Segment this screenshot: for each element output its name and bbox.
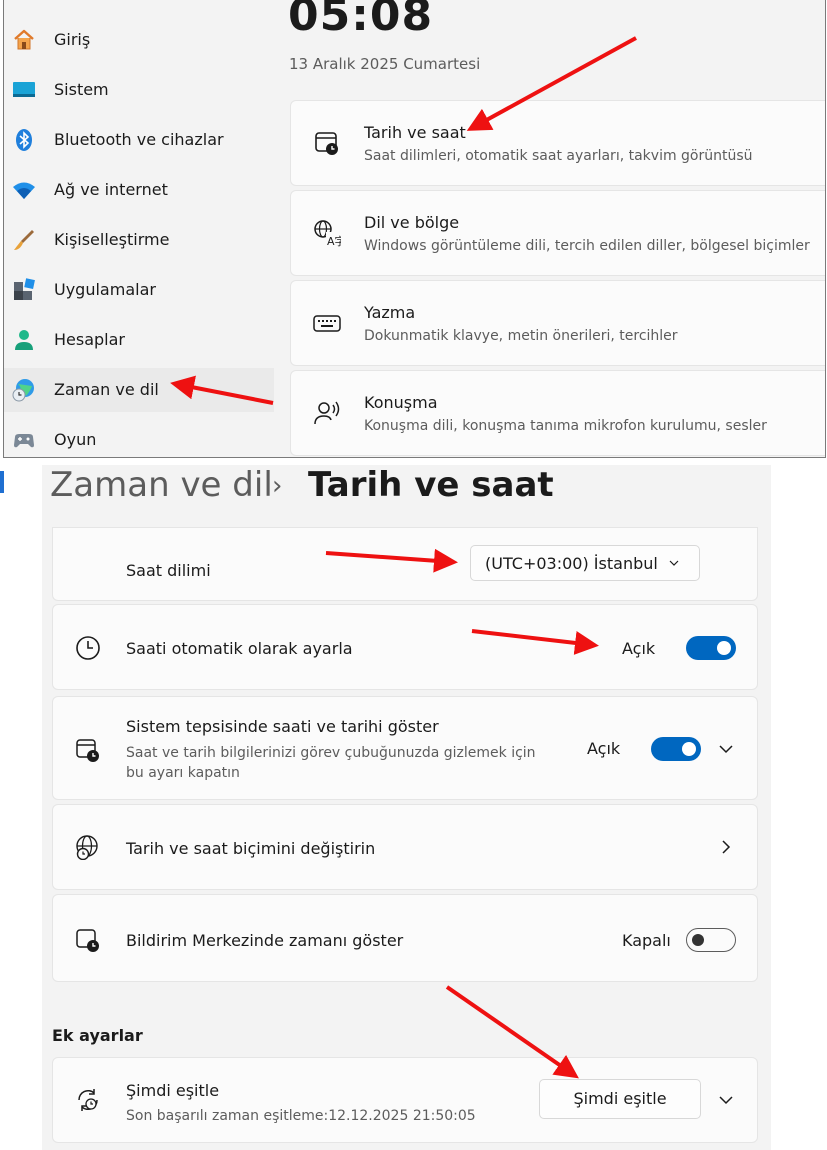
chevron-right-icon bbox=[722, 840, 731, 854]
sidebar-item-label: Hesaplar bbox=[54, 330, 125, 349]
card-date-time[interactable]: Tarih ve saat Saat dilimleri, otomatik s… bbox=[290, 100, 825, 186]
clock-date: 13 Aralık 2025 Cumartesi bbox=[289, 55, 481, 73]
date-format-row[interactable]: Tarih ve saat biçimini değiştirin bbox=[52, 804, 758, 890]
keyboard-icon bbox=[313, 315, 341, 332]
sidebar-item-label: Kişiselleştirme bbox=[54, 230, 170, 249]
page-title: Tarih ve saat bbox=[308, 465, 554, 505]
sidebar-item-label: Ağ ve internet bbox=[54, 180, 168, 199]
auto-time-label: Saati otomatik olarak ayarla bbox=[126, 639, 353, 658]
timezone-value: (UTC+03:00) İstanbul bbox=[485, 554, 658, 573]
breadcrumb-separator: › bbox=[272, 471, 283, 501]
card-typing[interactable]: Yazma Dokunmatik klavye, metin önerileri… bbox=[290, 280, 825, 366]
brush-icon bbox=[14, 230, 34, 250]
sidebar-item-label: Oyun bbox=[54, 430, 97, 449]
sync-now-button[interactable]: Şimdi eşitle bbox=[539, 1079, 701, 1119]
globe-clock-icon bbox=[12, 379, 34, 402]
sidebar-item-network[interactable]: Ağ ve internet bbox=[4, 168, 274, 212]
speech-icon bbox=[314, 401, 340, 425]
date-time-settings-page: Zaman ve dil › Tarih ve saat Saat dilimi… bbox=[42, 465, 771, 1150]
notification-time-label: Bildirim Merkezinde zamanı göster bbox=[126, 931, 404, 950]
breadcrumb-parent[interactable]: Zaman ve dil bbox=[50, 465, 273, 505]
sidebar-item-label: Bluetooth ve cihazlar bbox=[54, 130, 224, 149]
chevron-down-icon bbox=[669, 560, 679, 566]
sidebar-item-time-language[interactable]: Zaman ve dil bbox=[4, 368, 274, 412]
bluetooth-icon bbox=[16, 129, 32, 151]
timezone-label: Saat dilimi bbox=[126, 561, 211, 580]
tray-clock-toggle[interactable] bbox=[651, 737, 701, 761]
calendar-clock-icon bbox=[76, 929, 99, 952]
chevron-down-icon[interactable] bbox=[717, 1091, 735, 1109]
sidebar-item-label: Zaman ve dil bbox=[54, 380, 159, 399]
person-icon bbox=[15, 330, 33, 350]
card-description: Windows görüntüleme dili, tercih edilen … bbox=[364, 238, 810, 254]
auto-time-state: Açık bbox=[622, 639, 656, 658]
card-title: Yazma bbox=[364, 303, 416, 322]
auto-time-row: Saati otomatik olarak ayarla Açık bbox=[52, 604, 758, 690]
notification-time-state: Kapalı bbox=[622, 931, 671, 950]
sidebar-item-personalization[interactable]: Kişiselleştirme bbox=[4, 218, 274, 262]
chevron-down-icon[interactable] bbox=[717, 740, 735, 758]
sidebar-item-accounts[interactable]: Hesaplar bbox=[4, 318, 274, 362]
notification-time-toggle[interactable] bbox=[686, 928, 736, 952]
sidebar-item-home[interactable]: Giriş bbox=[4, 18, 274, 62]
sidebar-item-gaming[interactable]: Oyun bbox=[4, 418, 274, 457]
tray-clock-label: Sistem tepsisinde saati ve tarihi göster bbox=[126, 717, 439, 736]
system-icon bbox=[13, 82, 35, 97]
sidebar-item-bluetooth[interactable]: Bluetooth ve cihazlar bbox=[4, 118, 274, 162]
clock-time: 05:08 bbox=[288, 0, 434, 41]
calendar-clock-icon bbox=[315, 132, 338, 155]
timezone-select[interactable]: (UTC+03:00) İstanbul bbox=[470, 545, 700, 581]
language-icon: A字 bbox=[314, 220, 341, 247]
card-title: Dil ve bölge bbox=[364, 213, 460, 232]
card-speech[interactable]: Konuşma Konuşma dili, konuşma tanıma mik… bbox=[290, 370, 825, 456]
home-icon bbox=[14, 29, 34, 50]
notification-time-row: Bildirim Merkezinde zamanı göster Kapalı bbox=[52, 894, 758, 982]
tray-clock-state: Açık bbox=[587, 739, 621, 758]
window-edge bbox=[0, 471, 4, 493]
tray-clock-description: Saat ve tarih bilgilerinizi görev çubuğu… bbox=[126, 745, 536, 781]
section-title-additional: Ek ayarlar bbox=[52, 1026, 143, 1045]
calendar-clock-icon bbox=[76, 739, 99, 762]
sidebar-item-label: Giriş bbox=[54, 30, 91, 49]
card-title: Tarih ve saat bbox=[364, 123, 466, 142]
card-description: Dokunmatik klavye, metin önerileri, terc… bbox=[364, 328, 678, 344]
sync-now-row[interactable]: Şimdi eşitle Son başarılı zaman eşitleme… bbox=[52, 1057, 758, 1143]
date-format-label: Tarih ve saat biçimini değiştirin bbox=[126, 839, 376, 858]
sidebar-item-apps[interactable]: Uygulamalar bbox=[4, 268, 274, 312]
clock-icon bbox=[76, 636, 100, 660]
globe-clock-icon bbox=[76, 835, 98, 860]
sidebar-item-system[interactable]: Sistem bbox=[4, 68, 274, 112]
svg-text:A字: A字 bbox=[327, 234, 341, 247]
sidebar-item-label: Uygulamalar bbox=[54, 280, 156, 299]
apps-icon bbox=[14, 278, 35, 300]
sync-now-label: Şimdi eşitle bbox=[126, 1081, 220, 1100]
sync-now-description: Son başarılı zaman eşitleme:12.12.2025 2… bbox=[126, 1108, 476, 1124]
tray-clock-row[interactable]: Sistem tepsisinde saati ve tarihi göster… bbox=[52, 696, 758, 800]
timezone-row: Saat dilimi (UTC+03:00) İstanbul bbox=[52, 527, 758, 601]
card-language-region[interactable]: A字 Dil ve bölge Windows görüntüleme dili… bbox=[290, 190, 825, 276]
card-title: Konuşma bbox=[364, 393, 438, 412]
card-description: Konuşma dili, konuşma tanıma mikrofon ku… bbox=[364, 418, 767, 434]
settings-home-panel: Giriş Sistem Bluetooth ve cihazlar Ağ ve… bbox=[3, 0, 826, 458]
wifi-icon bbox=[13, 182, 35, 199]
auto-time-toggle[interactable] bbox=[686, 636, 736, 660]
sync-clock-icon bbox=[78, 1089, 98, 1111]
card-description: Saat dilimleri, otomatik saat ayarları, … bbox=[364, 148, 753, 164]
gamepad-icon bbox=[14, 434, 34, 448]
sidebar-item-label: Sistem bbox=[54, 80, 109, 99]
